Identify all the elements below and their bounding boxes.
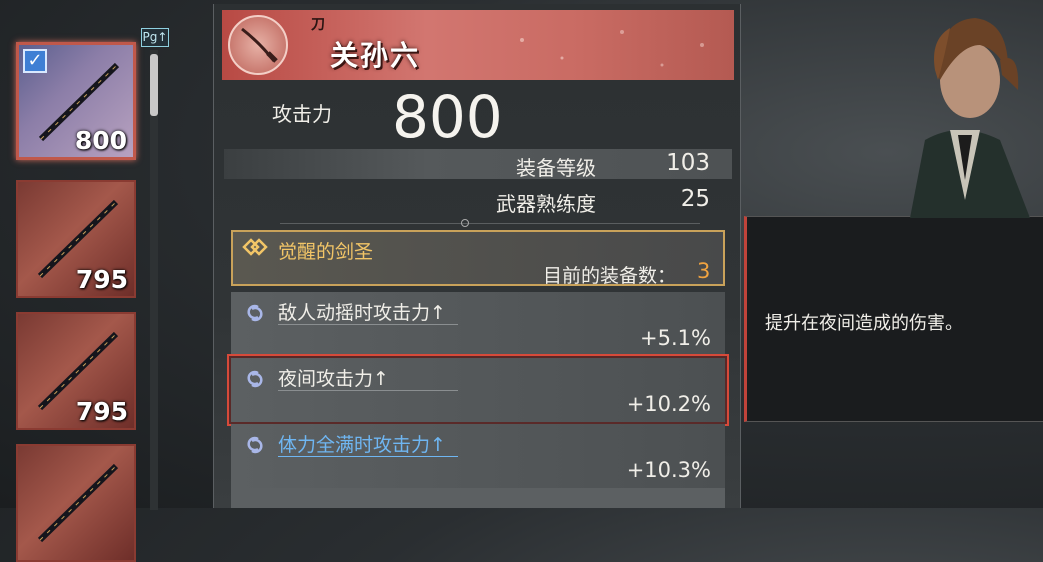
stat-label: 武器熟练度 <box>496 192 596 216</box>
bonus-name: 体力全满时攻击力↑ <box>278 434 446 456</box>
stat-row-proficiency: 武器熟练度 25 <box>224 185 732 216</box>
bonus-underline <box>278 456 458 457</box>
divider <box>280 223 700 224</box>
divider-dot <box>461 219 469 227</box>
katana-icon <box>37 463 119 543</box>
bonus-underline <box>278 324 458 325</box>
page-up-tag[interactable]: Pg↑ <box>141 28 169 47</box>
scrollbar-thumb[interactable] <box>150 54 158 116</box>
set-count-label: 目前的装备数： <box>543 265 677 287</box>
stat-value: 103 <box>666 150 710 176</box>
set-emblem-icon <box>242 238 268 256</box>
set-count: 3 <box>697 259 711 283</box>
weapon-name: 关孙六 <box>330 39 421 72</box>
inventory-column: ✓ 800 795 795 <box>0 0 150 562</box>
link-icon <box>247 304 263 322</box>
inventory-slot[interactable]: 795 <box>16 180 136 298</box>
bonus-name: 敌人动摇时攻击力↑ <box>278 302 446 324</box>
bonus-row-partial[interactable] <box>231 488 725 508</box>
inventory-scrollbar[interactable] <box>150 50 158 510</box>
slot-attack-value: 795 <box>75 397 128 426</box>
link-icon <box>247 436 263 454</box>
weapon-type: 刀 <box>311 17 325 33</box>
bonus-underline <box>278 390 458 391</box>
inventory-slot[interactable] <box>16 444 136 562</box>
bonus-row-highlighted[interactable]: 夜间攻击力↑ +10.2% <box>227 354 729 426</box>
weapon-header <box>222 10 734 80</box>
katana-type-icon <box>228 15 288 75</box>
inventory-slot[interactable]: 795 <box>16 312 136 430</box>
stat-row-equip-level: 装备等级 103 <box>224 149 732 180</box>
bonus-value: +10.2% <box>626 392 711 416</box>
stat-value: 25 <box>680 186 710 212</box>
slot-attack-value: 795 <box>75 265 128 294</box>
attack-label: 攻击力 <box>272 102 332 126</box>
inventory-slot-selected[interactable]: ✓ 800 <box>16 42 136 160</box>
bonus-row[interactable]: 体力全满时攻击力↑ +10.3% <box>231 424 725 488</box>
bonus-tooltip: 提升在夜间造成的伤害。 <box>744 216 1043 422</box>
bonus-value: +10.3% <box>626 458 711 482</box>
attack-value: 800 <box>392 83 503 151</box>
bonus-value: +5.1% <box>640 326 711 350</box>
stat-label: 装备等级 <box>516 156 596 180</box>
header-pattern <box>520 30 704 67</box>
bonus-name: 夜间攻击力↑ <box>278 368 389 390</box>
slot-attack-value: 800 <box>74 126 127 155</box>
link-icon <box>247 370 263 388</box>
bonus-row[interactable]: 敌人动摇时攻击力↑ +5.1% <box>231 292 725 356</box>
character-portrait <box>910 18 1030 218</box>
tooltip-text: 提升在夜间造成的伤害。 <box>765 313 963 334</box>
set-name: 觉醒的剑圣 <box>278 241 374 263</box>
